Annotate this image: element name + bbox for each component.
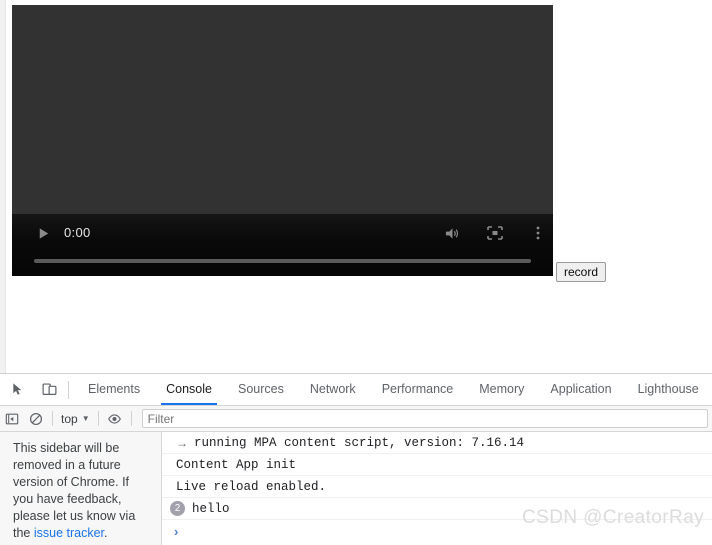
console-prompt[interactable]: ›: [162, 520, 712, 542]
console-toolbar-divider-3: [130, 411, 132, 426]
inspect-element-icon[interactable]: [5, 377, 31, 403]
tabbar-divider: [68, 380, 69, 399]
tab-memory[interactable]: Memory: [466, 374, 537, 405]
browser-page-viewport: 0:00 record: [0, 0, 712, 373]
console-toolbar-divider-1: [52, 411, 53, 426]
issue-tracker-link[interactable]: issue tracker: [34, 526, 104, 540]
prompt-caret-icon: ›: [174, 523, 179, 539]
tab-lighthouse[interactable]: Lighthouse: [625, 374, 712, 405]
play-icon[interactable]: [28, 218, 58, 248]
video-player[interactable]: 0:00: [12, 5, 553, 276]
execution-context-value: top: [61, 411, 78, 426]
tab-application[interactable]: Application: [537, 374, 624, 405]
execution-context-selector[interactable]: top ▼: [57, 412, 94, 426]
console-message-row[interactable]: → running MPA content script, version: 7…: [162, 432, 712, 454]
log-message-text: Content App init: [176, 457, 297, 472]
console-body: This sidebar will be removed in a future…: [0, 432, 712, 545]
device-toolbar-icon[interactable]: [36, 377, 62, 403]
volume-icon[interactable]: [437, 218, 467, 248]
tab-sources[interactable]: Sources: [225, 374, 297, 405]
video-progress-bar[interactable]: [34, 259, 531, 263]
more-options-icon[interactable]: [523, 218, 553, 248]
live-expression-icon[interactable]: [103, 407, 127, 431]
video-controls-row: 0:00: [12, 218, 553, 248]
tab-network[interactable]: Network: [297, 374, 369, 405]
devtools-panel: Elements Console Sources Network Perform…: [0, 373, 712, 545]
console-sidebar: This sidebar will be removed in a future…: [0, 432, 162, 545]
sidebar-deprecation-notice: This sidebar will be removed in a future…: [13, 440, 151, 542]
log-message-text: Live reload enabled.: [176, 479, 327, 494]
chevron-down-icon: ▼: [81, 413, 90, 423]
tab-performance[interactable]: Performance: [369, 374, 467, 405]
console-message-row[interactable]: Live reload enabled.: [162, 476, 712, 498]
sidebar-notice-text-2: .: [104, 526, 108, 540]
console-toolbar: top ▼: [0, 406, 712, 432]
devtools-tabbar: Elements Console Sources Network Perform…: [0, 374, 712, 406]
sidebar-toggle-icon[interactable]: [0, 407, 24, 431]
tab-elements[interactable]: Elements: [75, 374, 153, 405]
clear-console-icon[interactable]: [24, 407, 48, 431]
console-message-row[interactable]: Content App init: [162, 454, 712, 476]
page-left-edge: [0, 0, 6, 373]
console-message-row[interactable]: 2 hello: [162, 498, 712, 520]
log-repeat-count-badge: 2: [170, 501, 185, 516]
console-message-list[interactable]: → running MPA content script, version: 7…: [162, 432, 712, 545]
video-controls-bar: 0:00: [12, 214, 553, 276]
filter-input[interactable]: [141, 409, 708, 428]
log-message-text: running MPA content script, version: 7.1…: [194, 435, 525, 450]
log-prefix-arrow: →: [176, 435, 188, 450]
log-message-text: hello: [192, 501, 230, 516]
picture-in-picture-icon[interactable]: [480, 218, 510, 248]
record-button[interactable]: record: [556, 262, 607, 282]
video-current-time: 0:00: [64, 225, 91, 240]
console-toolbar-divider-2: [97, 411, 99, 426]
tab-console[interactable]: Console: [153, 374, 225, 405]
